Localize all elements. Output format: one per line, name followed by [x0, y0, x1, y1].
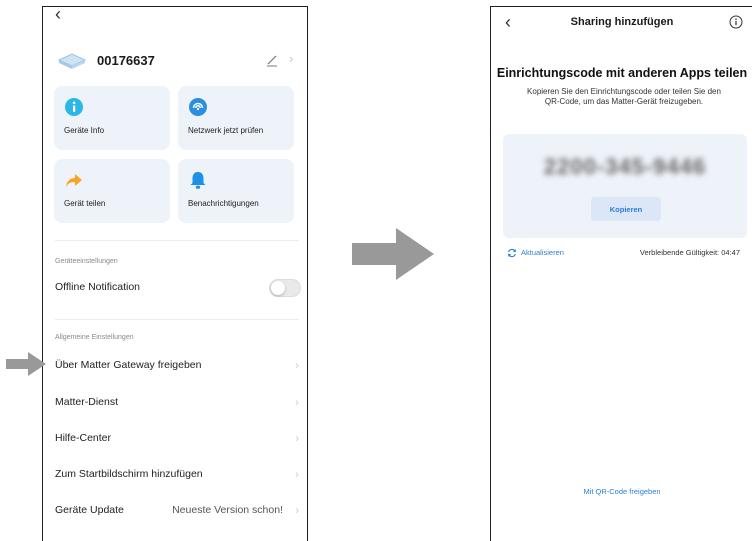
share-icon — [66, 174, 82, 187]
tile-label: Benachrichtigungen — [188, 199, 259, 208]
row-label: Geräte Update — [55, 504, 124, 516]
refresh-label: Aktualisieren — [521, 248, 564, 257]
update-status: Neueste Version schon! — [172, 504, 283, 516]
tile-label: Netzwerk jetzt prüfen — [188, 126, 264, 135]
pointer-arrow-icon — [6, 352, 46, 376]
gateway-device-icon — [57, 53, 87, 69]
info-icon — [65, 98, 83, 116]
share-via-qr-code-link[interactable]: Mit QR-Code freigeben — [491, 487, 752, 496]
row-label: Über Matter Gateway freigeben — [55, 359, 202, 371]
section-header-general-settings: Allgemeine Einstellungen — [55, 334, 134, 341]
copy-button[interactable]: Kopieren — [591, 197, 661, 221]
info-circle-icon[interactable] — [729, 15, 743, 29]
description-text: Kopieren Sie den Einrichtungscode oder t… — [527, 87, 721, 106]
offline-notification-row: Offline Notification — [55, 279, 301, 299]
menu-item-device-update[interactable]: Geräte Update Neueste Version schon! › — [55, 502, 301, 522]
tile-network-check[interactable]: Netzwerk jetzt prüfen — [178, 86, 294, 150]
tile-device-info[interactable]: Geräte Info — [54, 86, 170, 150]
tile-notifications[interactable]: Benachrichtigungen — [178, 159, 294, 223]
offline-notification-toggle[interactable] — [269, 279, 301, 297]
chevron-right-icon: › — [289, 51, 294, 66]
setup-code-card: 2200-345-9446 Kopieren — [503, 134, 747, 238]
divider — [55, 319, 299, 320]
network-icon — [189, 98, 207, 116]
menu-item-matter-service[interactable]: Matter-Dienst › — [55, 394, 301, 414]
tile-share-device[interactable]: Gerät teilen — [54, 159, 170, 223]
device-settings-screen: ‹ 00176637 › Geräte Info Netzwerk jetzt … — [42, 6, 308, 541]
transition-arrow-icon — [352, 228, 434, 280]
back-icon[interactable]: ‹ — [55, 7, 61, 23]
edit-pencil-icon[interactable] — [265, 53, 279, 67]
section-header-device-settings: Geräteeinstellungen — [55, 258, 118, 265]
validity-countdown: Verbleibende Gültigkeit: 04:47 — [639, 248, 740, 257]
divider — [55, 240, 299, 241]
add-sharing-screen: ‹ Sharing hinzufügen Einrichtungscode mi… — [490, 6, 752, 541]
page-title: Sharing hinzufügen — [570, 16, 674, 28]
menu-item-add-to-home-screen[interactable]: Zum Startbildschirm hinzufügen › — [55, 466, 301, 486]
setup-code: 2200-345-9446 — [543, 154, 707, 179]
device-name: 00176637 — [97, 53, 155, 68]
row-label: Zum Startbildschirm hinzufügen — [55, 468, 203, 480]
bell-icon — [190, 172, 206, 189]
chevron-right-icon: › — [295, 503, 299, 517]
row-label: Hilfe-Center — [55, 432, 112, 444]
chevron-right-icon: › — [295, 467, 299, 481]
tile-label: Geräte Info — [64, 126, 105, 135]
refresh-icon — [508, 248, 516, 258]
menu-item-help-center[interactable]: Hilfe-Center › — [55, 430, 301, 450]
chevron-right-icon: › — [295, 358, 299, 372]
menu-item-matter-gateway-share[interactable]: Über Matter Gateway freigeben › — [55, 357, 301, 377]
device-header[interactable]: 00176637 › — [57, 45, 297, 79]
chevron-right-icon: › — [295, 431, 299, 445]
row-label: Offline Notification — [55, 281, 141, 293]
chevron-right-icon: › — [295, 395, 299, 409]
section-heading: Einrichtungscode mit anderen Apps teilen — [496, 66, 748, 80]
tile-label: Gerät teilen — [64, 199, 106, 208]
row-label: Matter-Dienst — [55, 396, 119, 408]
